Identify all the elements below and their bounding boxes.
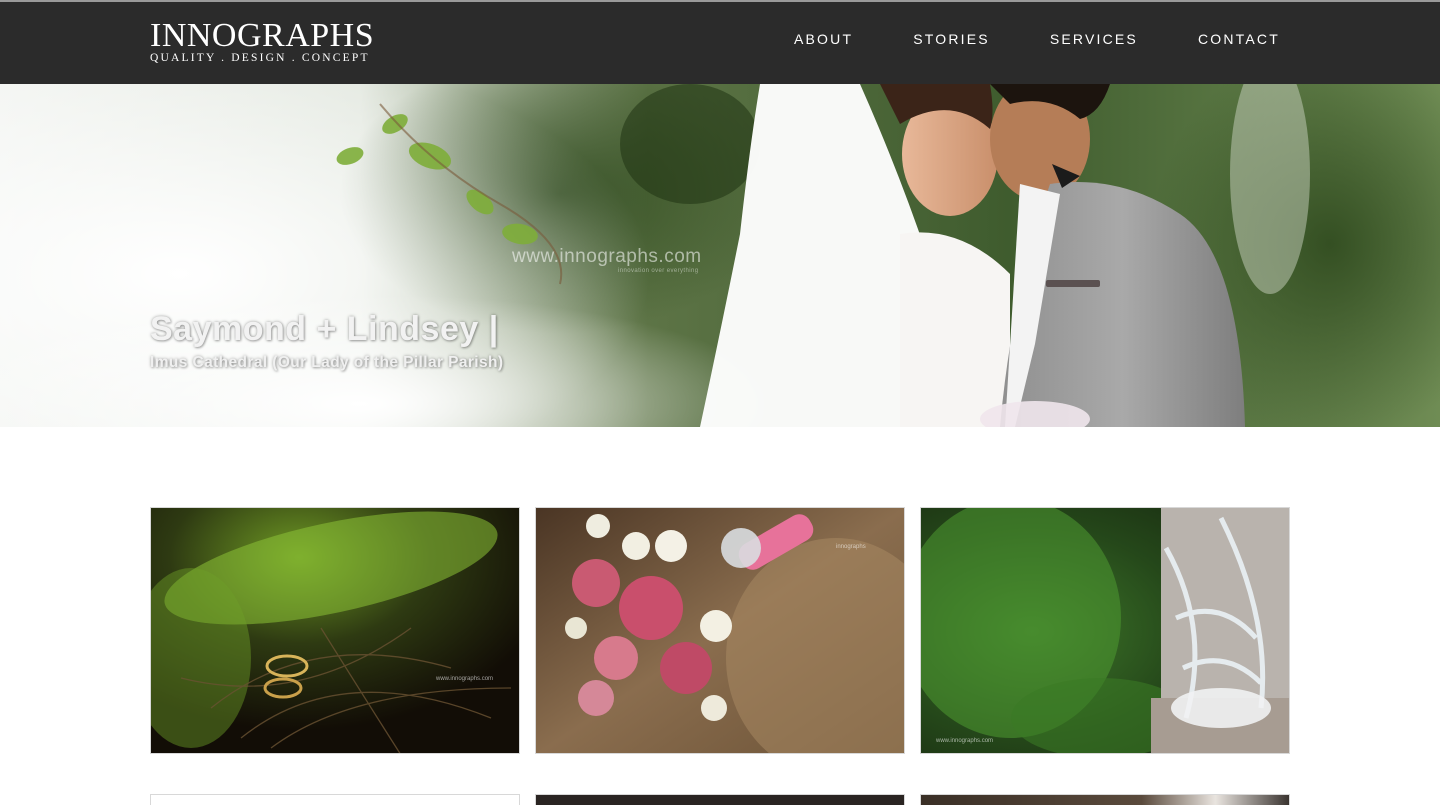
site-logo[interactable]: INNOGRAPHS QUALITY . DESIGN . CONCEPT — [150, 17, 375, 65]
nav-contact[interactable]: CONTACT — [1198, 31, 1280, 47]
gallery-thumb-row2-1[interactable] — [150, 794, 520, 805]
gallery-thumb-row2-2[interactable] — [535, 794, 905, 805]
logo-title: INNOGRAPHS — [150, 17, 375, 54]
logo-tagline: QUALITY . DESIGN . CONCEPT — [150, 52, 370, 64]
gallery-thumb-row2-3[interactable] — [920, 794, 1290, 805]
hero-photo — [0, 84, 1440, 427]
main-nav: ABOUT STORIES SERVICES CONTACT — [794, 31, 1280, 47]
nav-services[interactable]: SERVICES — [1050, 31, 1138, 47]
shoes-photo — [921, 508, 1289, 753]
thumb-watermark: www.innographs.com — [436, 676, 494, 682]
nav-stories[interactable]: STORIES — [913, 31, 990, 47]
hero-banner: www.innographs.com innovation over every… — [0, 84, 1440, 427]
nav-about[interactable]: ABOUT — [794, 31, 853, 47]
hero-subtitle: Imus Cathedral (Our Lady of the Pillar P… — [150, 354, 504, 371]
hero-watermark: www.innographs.com — [512, 246, 702, 267]
site-header: INNOGRAPHS QUALITY . DESIGN . CONCEPT AB… — [0, 2, 1440, 84]
thumb-watermark: innographs — [836, 544, 866, 550]
hero-title: Saymond + Lindsey | — [150, 310, 499, 348]
thumb-watermark: www.innographs.com — [936, 738, 994, 744]
hero-watermark-tagline: innovation over everything — [618, 268, 699, 274]
gallery-thumb-bouquet[interactable]: innographs — [535, 507, 905, 754]
gallery-thumb-rings[interactable]: www.innographs.com — [150, 507, 520, 754]
rings-photo — [151, 508, 519, 753]
gallery-thumb-shoes[interactable]: www.innographs.com — [920, 507, 1290, 754]
